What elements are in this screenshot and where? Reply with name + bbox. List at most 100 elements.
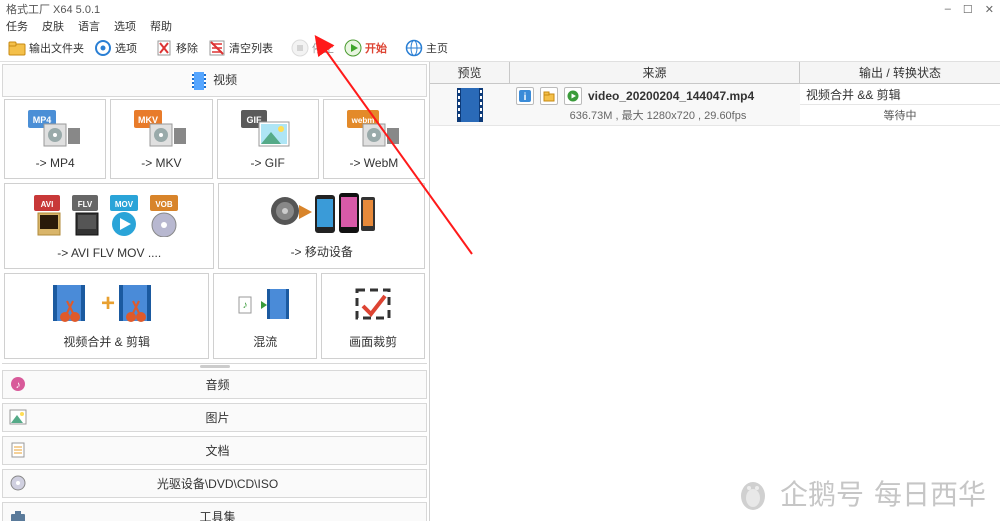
options-button[interactable]: 选项 bbox=[90, 37, 141, 59]
task-status: 等待中 bbox=[800, 105, 1000, 125]
category-disc-label: 光驱设备\DVD\CD\ISO bbox=[9, 475, 426, 492]
category-picture[interactable]: 图片 bbox=[2, 403, 427, 432]
clear-list-button[interactable]: 清空列表 bbox=[204, 37, 277, 59]
stop-button[interactable]: 停止 bbox=[287, 37, 338, 59]
remove-icon bbox=[155, 39, 173, 57]
task-list-header: 预览 来源 输出 / 转换状态 bbox=[430, 62, 1000, 84]
tile-webm[interactable]: webm -> WebM bbox=[323, 99, 425, 179]
right-panel: 预览 来源 输出 / 转换状态 i video_20200204_144047.… bbox=[430, 62, 1000, 521]
left-panel: 视频 MP4 -> MP4 MKV -> MKV GIF -> GIF webm… bbox=[0, 62, 430, 521]
category-picture-label: 图片 bbox=[9, 409, 426, 426]
join-clip-icon: + bbox=[47, 281, 167, 327]
tile-mkv[interactable]: MKV -> MKV bbox=[110, 99, 212, 179]
close-button[interactable]: ✕ bbox=[985, 3, 994, 16]
info-icon: i bbox=[519, 90, 531, 102]
col-source[interactable]: 来源 bbox=[510, 62, 800, 83]
tile-mux-label: 混流 bbox=[253, 333, 277, 350]
svg-text:+: + bbox=[101, 290, 115, 317]
tile-gif-label: -> GIF bbox=[250, 156, 284, 170]
play-small-icon bbox=[567, 90, 579, 102]
menu-help[interactable]: 帮助 bbox=[150, 18, 172, 34]
col-output[interactable]: 输出 / 转换状态 bbox=[800, 62, 1000, 83]
tile-avi-label: -> AVI FLV MOV .... bbox=[57, 246, 161, 260]
play-icon bbox=[344, 39, 362, 57]
maximize-button[interactable]: ☐ bbox=[963, 3, 973, 16]
tile-mobile[interactable]: -> 移动设备 bbox=[218, 183, 425, 269]
tile-webm-label: -> WebM bbox=[349, 156, 398, 170]
category-toolkit-label: 工具集 bbox=[9, 508, 426, 521]
task-output: 视频合并 && 剪辑 等待中 bbox=[800, 84, 1000, 125]
svg-text:i: i bbox=[524, 92, 527, 102]
category-video-label: 视频 bbox=[213, 73, 237, 87]
task-folder-button[interactable] bbox=[540, 87, 558, 105]
task-source: i video_20200204_144047.mp4 636.73M , 最大… bbox=[510, 84, 800, 125]
menu-option[interactable]: 选项 bbox=[114, 18, 136, 34]
folder-icon bbox=[8, 39, 26, 57]
tile-crop-label: 画面裁剪 bbox=[349, 333, 397, 350]
tile-crop[interactable]: 画面裁剪 bbox=[321, 273, 425, 359]
minimize-button[interactable]: – bbox=[945, 3, 951, 16]
menu-language[interactable]: 语言 bbox=[78, 18, 100, 34]
options-label: 选项 bbox=[115, 40, 137, 56]
svg-text:♪: ♪ bbox=[243, 300, 248, 311]
task-meta: 636.73M , 最大 1280x720 , 29.60fps bbox=[516, 107, 800, 123]
task-row[interactable]: i video_20200204_144047.mp4 636.73M , 最大… bbox=[430, 84, 1000, 126]
globe-icon bbox=[405, 39, 423, 57]
app-title: 格式工厂 X64 5.0.1 bbox=[6, 1, 100, 17]
start-label: 开始 bbox=[365, 40, 387, 56]
category-document[interactable]: 文档 bbox=[2, 436, 427, 465]
task-output-mode: 视频合并 && 剪辑 bbox=[800, 84, 1000, 105]
mkv-icon: MKV bbox=[134, 110, 188, 148]
task-play-button[interactable] bbox=[564, 87, 582, 105]
task-thumbnail bbox=[430, 84, 510, 125]
menu-skin[interactable]: 皮肤 bbox=[42, 18, 64, 34]
film-thumb-icon bbox=[457, 88, 483, 122]
home-button[interactable]: 主页 bbox=[401, 37, 452, 59]
stop-icon bbox=[291, 39, 309, 57]
svg-text:AVI: AVI bbox=[41, 200, 54, 209]
tile-join-label: 视频合并 & 剪辑 bbox=[63, 333, 150, 350]
tile-join-clip[interactable]: + 视频合并 & 剪辑 bbox=[4, 273, 209, 359]
svg-text:VOB: VOB bbox=[156, 200, 174, 209]
tile-gif[interactable]: GIF -> GIF bbox=[217, 99, 319, 179]
category-video-header[interactable]: 视频 bbox=[2, 64, 427, 97]
tile-mkv-label: -> MKV bbox=[141, 156, 181, 170]
output-folder-label: 输出文件夹 bbox=[29, 40, 84, 56]
clear-icon bbox=[208, 39, 226, 57]
clear-label: 清空列表 bbox=[229, 40, 273, 56]
tile-mp4-label: -> MP4 bbox=[36, 156, 75, 170]
tile-avi-flv-mov[interactable]: AVI FLV MOV VOB -> AVI FLV MOV .... bbox=[4, 183, 214, 269]
col-preview[interactable]: 预览 bbox=[430, 62, 510, 83]
menu-task[interactable]: 任务 bbox=[6, 18, 28, 34]
mp4-icon: MP4 bbox=[28, 110, 82, 148]
folder-open-icon bbox=[543, 90, 555, 102]
multi-format-icon: AVI FLV MOV VOB bbox=[34, 195, 184, 237]
output-folder-button[interactable]: 输出文件夹 bbox=[4, 37, 88, 59]
category-disc[interactable]: 光驱设备\DVD\CD\ISO bbox=[2, 469, 427, 498]
toolbar: 输出文件夹 选项 移除 清空列表 停止 开始 主页 bbox=[0, 34, 1000, 62]
category-toolkit[interactable]: 工具集 bbox=[2, 502, 427, 521]
mobile-devices-icon bbox=[267, 191, 377, 237]
start-button[interactable]: 开始 bbox=[340, 37, 391, 59]
category-audio[interactable]: ♪ 音频 bbox=[2, 370, 427, 399]
menu-bar: 任务 皮肤 语言 选项 帮助 bbox=[0, 18, 1000, 34]
svg-text:FLV: FLV bbox=[78, 200, 93, 209]
stop-label: 停止 bbox=[312, 40, 334, 56]
tile-mobile-label: -> 移动设备 bbox=[291, 243, 353, 260]
gear-icon bbox=[94, 39, 112, 57]
webm-icon: webm bbox=[347, 110, 401, 148]
gif-icon: GIF bbox=[241, 110, 295, 148]
task-info-button[interactable]: i bbox=[516, 87, 534, 105]
task-filename: video_20200204_144047.mp4 bbox=[588, 89, 754, 103]
home-label: 主页 bbox=[426, 40, 448, 56]
remove-button[interactable]: 移除 bbox=[151, 37, 202, 59]
category-audio-label: 音频 bbox=[9, 376, 426, 393]
window-controls: – ☐ ✕ bbox=[945, 3, 994, 16]
tile-mux[interactable]: ♪ 混流 bbox=[213, 273, 317, 359]
category-document-label: 文档 bbox=[9, 442, 426, 459]
title-bar: 格式工厂 X64 5.0.1 – ☐ ✕ bbox=[0, 0, 1000, 18]
mux-icon: ♪ bbox=[237, 283, 293, 325]
film-strip-icon bbox=[192, 72, 206, 90]
remove-label: 移除 bbox=[176, 40, 198, 56]
tile-mp4[interactable]: MP4 -> MP4 bbox=[4, 99, 106, 179]
